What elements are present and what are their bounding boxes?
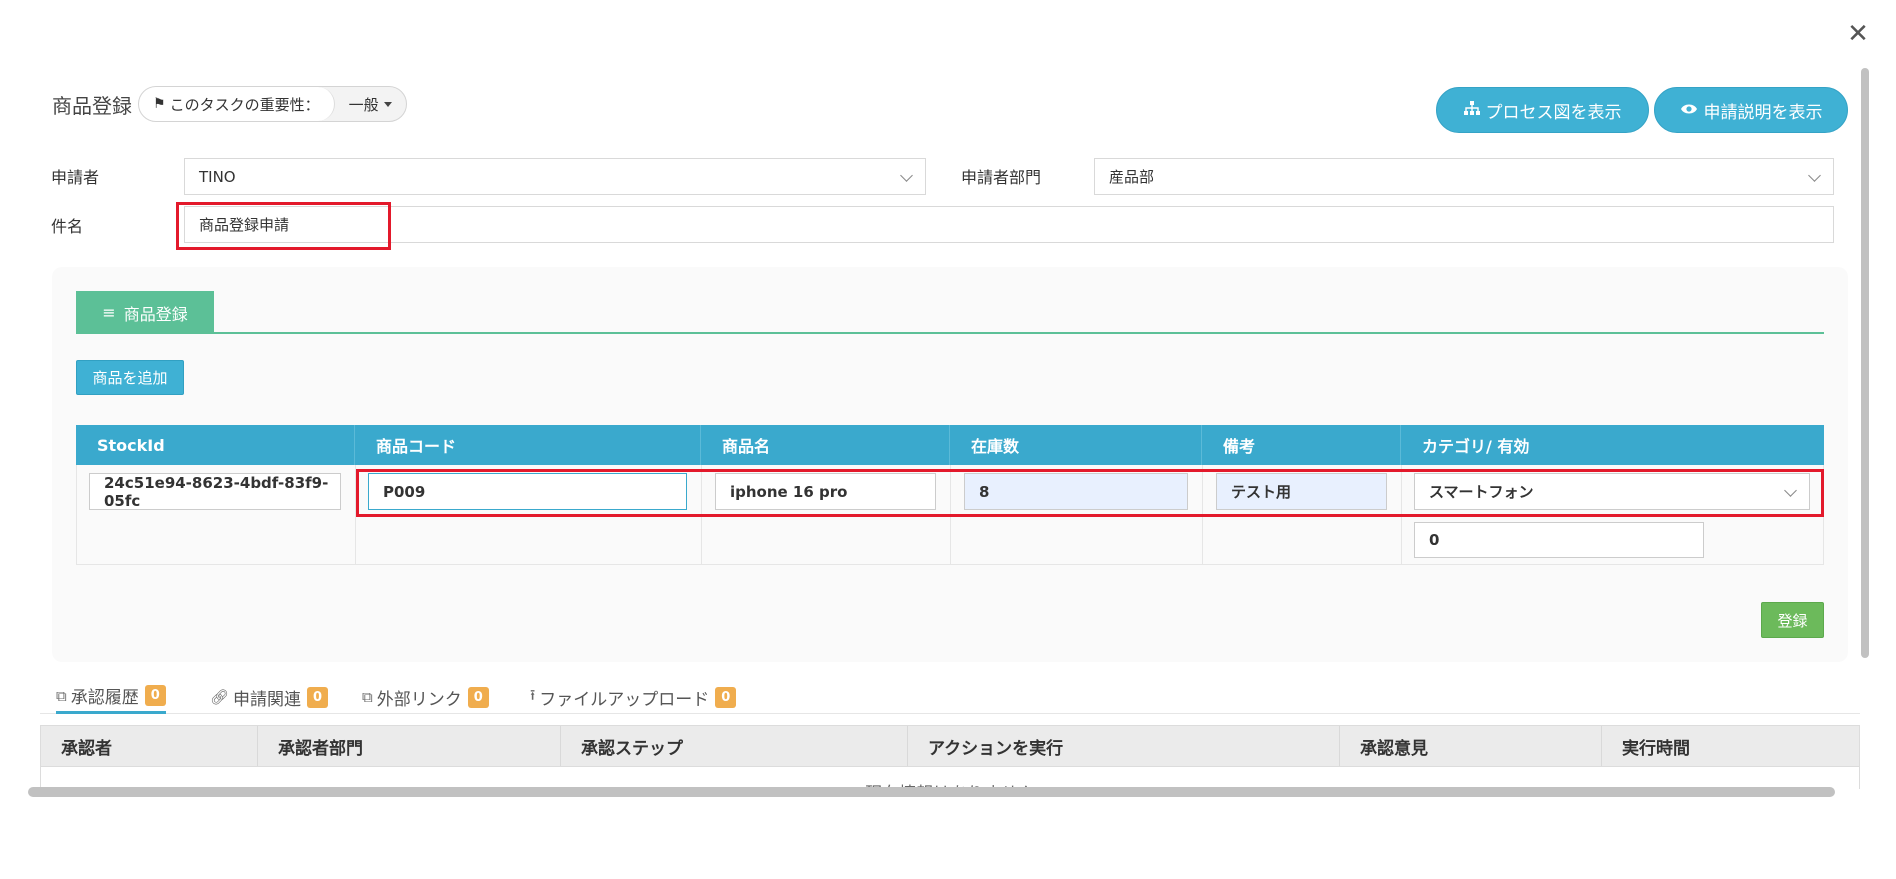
tab-approval-history[interactable]: ⧉ 承認履歴 0 (56, 680, 166, 714)
column-header: 承認意見 (1340, 726, 1602, 766)
dialog-header: 商品登録 ⚑ このタスクの重要性： 一般 (52, 86, 407, 122)
tab-external-links[interactable]: ⧉ 外部リンク 0 (362, 680, 489, 714)
priority-label: このタスクの重要性： (169, 95, 320, 114)
tab-label: ファイルアップロード (539, 689, 710, 710)
chevron-down-icon (900, 169, 913, 182)
row-highlight-box (356, 469, 1824, 517)
column-header: 実行時間 (1622, 738, 1690, 759)
tab-product-registration[interactable]: ≡ 商品登録 (76, 291, 214, 334)
column-header: 承認者 (41, 726, 258, 766)
caret-down-icon (383, 101, 392, 107)
subject-label: 件名 (51, 217, 84, 236)
tab-product-registration-label: 商品登録 (123, 304, 188, 324)
tab-file-upload[interactable]: ⭱ ファイルアップロード 0 (530, 680, 737, 714)
department-value: 産品部 (1109, 168, 1155, 186)
column-header: 商品名 (701, 425, 950, 465)
column-header: 備考 (1202, 425, 1401, 465)
column-header: StockId (76, 425, 355, 465)
count-badge: 0 (467, 686, 489, 708)
upload-icon: ⭱ (530, 685, 536, 704)
department-label: 申請者部門 (961, 168, 1042, 187)
tab-related-requests[interactable]: 🔗︎ 申請関連 0 (210, 680, 329, 714)
column-header: 承認者部門 (258, 726, 561, 766)
priority-value: 一般 (348, 95, 379, 114)
tab-label: 申請関連 (233, 689, 302, 710)
page-title: 商品登録 (52, 93, 132, 118)
active-value: 0 (1429, 531, 1440, 549)
tab-label: 承認履歴 (70, 688, 139, 708)
vertical-scrollbar[interactable] (1861, 68, 1869, 658)
list-icon: ≡ (102, 303, 116, 322)
priority-label-area: ⚑ このタスクの重要性： (139, 87, 335, 121)
add-product-button[interactable]: 商品を追加 (76, 360, 184, 395)
register-button[interactable]: 登録 (1761, 602, 1824, 638)
priority-dropdown[interactable]: ⚑ このタスクの重要性： 一般 (138, 86, 407, 122)
count-badge: 0 (144, 685, 166, 706)
subject-input[interactable]: 商品登録申請 (184, 206, 1834, 243)
column-header: 在庫数 (950, 425, 1202, 465)
tab-label: 外部リンク (376, 689, 462, 710)
column-header: アクションを実行 (908, 726, 1340, 766)
column-header: カテゴリ/ 有効 (1422, 437, 1530, 456)
tab-underline (76, 332, 1824, 334)
link-icon: 🔗︎ (210, 688, 230, 706)
column-header: 商品コード (355, 425, 701, 465)
count-badge: 0 (307, 686, 329, 708)
applicant-select[interactable]: TINO (184, 158, 926, 195)
eye-icon (1680, 101, 1698, 119)
department-select[interactable]: 産品部 (1094, 158, 1834, 195)
active-input[interactable]: 0 (1414, 522, 1704, 558)
history-table-header: 承認者 承認者部門 承認ステップ アクションを実行 承認意見 実行時間 (40, 725, 1860, 767)
task-dialog: ✕ 商品登録 ⚑ このタスクの重要性： 一般 プロセス図を表示 申請説明を表示 … (0, 0, 1896, 879)
stock-id-input[interactable]: 24c51e94-8623-4bdf-83f9-05fc (89, 473, 341, 510)
sitemap-icon (1463, 101, 1480, 119)
show-explanation-label: 申請説明を表示 (1703, 102, 1823, 123)
stock-id-value: 24c51e94-8623-4bdf-83f9-05fc (104, 473, 329, 510)
flag-icon: ⚑ (153, 96, 166, 112)
product-table-header: StockId 商品コード 商品名 在庫数 備考 カテゴリ/ 有効 (76, 425, 1824, 465)
chevron-down-icon (1808, 169, 1821, 182)
copy-icon: ⧉ (56, 686, 67, 705)
close-icon[interactable]: ✕ (1846, 21, 1870, 47)
priority-value-toggle[interactable]: 一般 (335, 94, 406, 115)
dialog-footer-space (0, 799, 1896, 879)
horizontal-scrollbar[interactable] (28, 787, 1835, 797)
show-process-label: プロセス図を表示 (1485, 102, 1622, 123)
column-header: 承認ステップ (561, 726, 908, 766)
approval-tabs: ⧉ 承認履歴 0 🔗︎ 申請関連 0 ⧉ 外部リンク 0 ⭱ ファイルアップロー… (40, 680, 1860, 714)
history-table-body: 現在情報はありません (40, 767, 1860, 789)
count-badge: 0 (715, 686, 737, 708)
show-process-button[interactable]: プロセス図を表示 (1436, 87, 1649, 133)
copy-icon: ⧉ (362, 688, 373, 706)
applicant-value: TINO (199, 167, 236, 186)
show-explanation-button[interactable]: 申請説明を表示 (1654, 87, 1848, 133)
applicant-label: 申請者 (51, 168, 100, 187)
subject-highlight-box (176, 202, 391, 250)
